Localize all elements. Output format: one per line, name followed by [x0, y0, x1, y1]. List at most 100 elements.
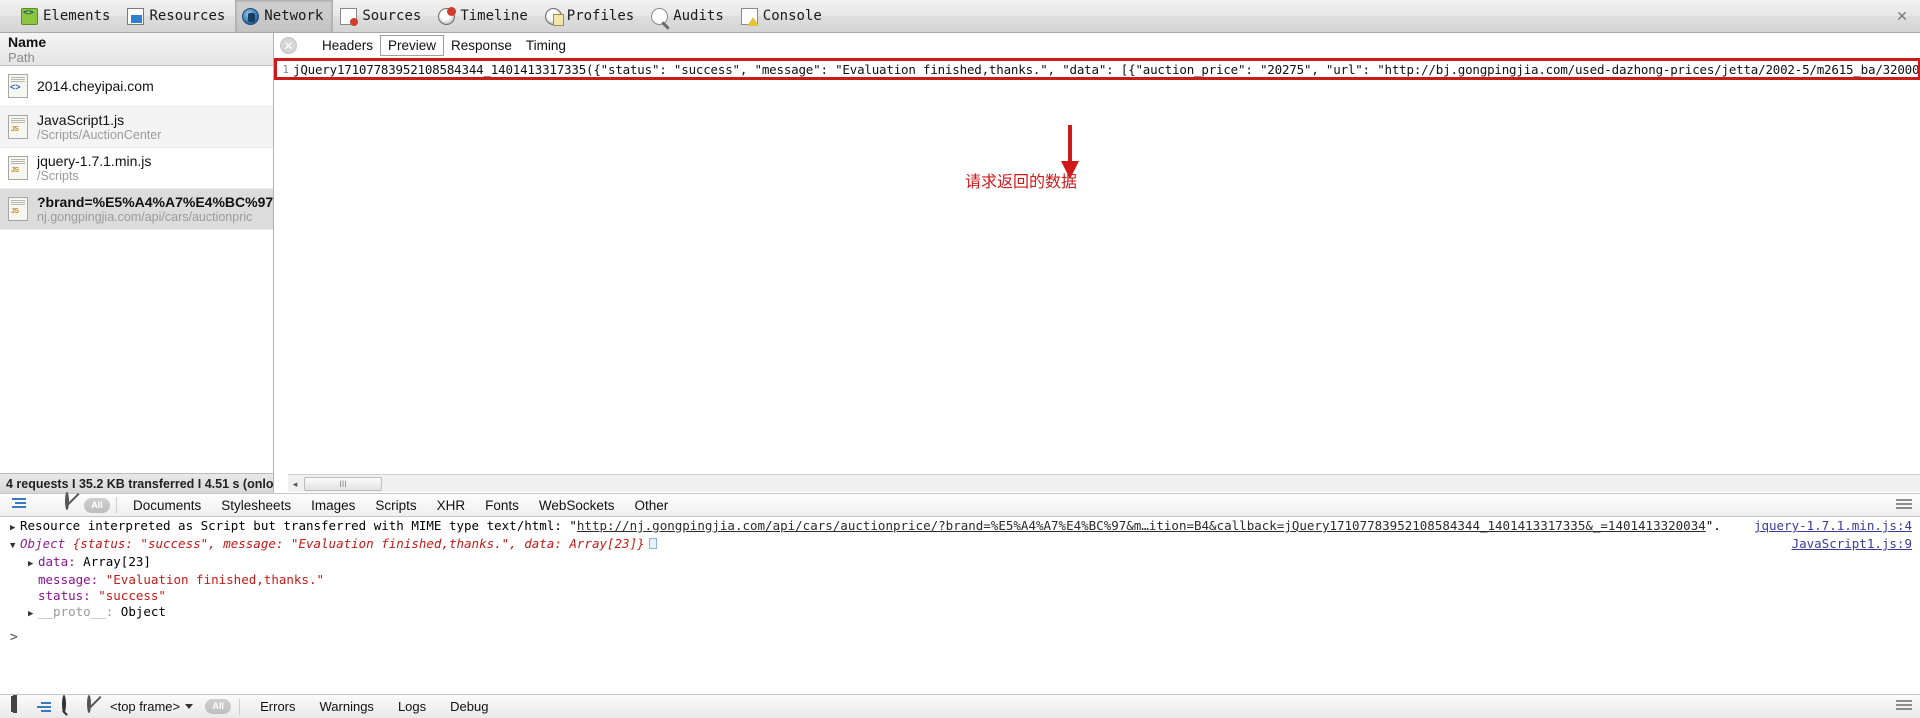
request-row-auctionprice[interactable]: JS ?brand=%E5%A4%A7%E4%BC%97&... nj.gong…: [0, 189, 273, 230]
console-object-label: Object: [20, 536, 66, 551]
tab-timing[interactable]: Timing: [519, 36, 573, 55]
property-key: message:: [38, 572, 99, 587]
filter-level-errors[interactable]: Errors: [248, 699, 307, 714]
property-value: "Evaluation finished,thanks.": [105, 572, 324, 587]
column-header-path[interactable]: Path: [8, 50, 273, 65]
toolbar-tab-label: Network: [264, 8, 324, 24]
request-name: 2014.cheyipai.com: [37, 78, 154, 94]
toolbar-tab-label: Profiles: [566, 8, 635, 24]
filter-xhr[interactable]: XHR: [427, 498, 476, 513]
property-value: "success": [98, 588, 166, 603]
property-key: data:: [38, 554, 76, 569]
toolbar-tab-elements[interactable]: Elements: [14, 0, 120, 32]
filter-level-warnings[interactable]: Warnings: [308, 699, 386, 714]
record-icon[interactable]: [32, 494, 58, 516]
large-rows-icon[interactable]: [6, 494, 32, 516]
network-filter-bar: All Documents Stylesheets Images Scripts…: [0, 492, 1920, 517]
toolbar-tab-label: Audits: [673, 8, 724, 24]
property-value: Array[23]: [83, 554, 151, 569]
tab-headers[interactable]: Headers: [315, 36, 380, 55]
filter-websockets[interactable]: WebSockets: [529, 498, 625, 513]
request-path: nj.gongpingjia.com/api/cars/auctionpric: [37, 210, 253, 224]
toolbar-tab-network[interactable]: Network: [235, 0, 334, 32]
show-console-icon[interactable]: [32, 697, 56, 717]
filter-stylesheets[interactable]: Stylesheets: [211, 498, 301, 513]
timeline-icon: [438, 6, 457, 25]
filter-level-all[interactable]: All: [205, 699, 232, 714]
toolbar-tab-timeline[interactable]: Timeline: [431, 0, 537, 32]
console-property-data: ▶ data: Array[23]: [0, 554, 1920, 572]
toolbar-tab-label: Timeline: [460, 8, 528, 24]
console-icon: [740, 7, 759, 26]
expand-triangle-icon[interactable]: ▶: [28, 607, 38, 621]
request-path: /Scripts/AuctionCenter: [37, 128, 162, 142]
console-property-message: message: "Evaluation finished,thanks.": [0, 572, 1920, 588]
request-row-javascript1[interactable]: JS JavaScript1.js /Scripts/AuctionCenter: [0, 107, 273, 148]
settings-menu-icon[interactable]: [1896, 700, 1912, 710]
main-toolbar: Elements Resources Network Sources Timel…: [0, 0, 1920, 33]
search-icon[interactable]: [56, 694, 80, 717]
toolbar-tab-resources[interactable]: Resources: [120, 0, 235, 32]
dock-side-icon[interactable]: [8, 694, 32, 717]
console-prompt[interactable]: >: [0, 630, 1920, 645]
toolbar-tab-label: Resources: [149, 8, 226, 24]
requests-panel: Name Path <> 2014.cheyipai.com JS JavaSc…: [0, 33, 274, 479]
devtools-window: Elements Resources Network Sources Timel…: [0, 0, 1920, 718]
property-key: __proto__:: [38, 604, 114, 619]
collapse-triangle-icon[interactable]: ▼: [10, 539, 20, 553]
frame-selector-label: <top frame>: [110, 699, 181, 714]
clear-icon[interactable]: [58, 492, 84, 516]
requests-summary: 4 requests I 35.2 KB transferred I 4.51 …: [0, 473, 274, 493]
filter-all[interactable]: All: [84, 497, 110, 513]
toolbar-tab-console[interactable]: Console: [734, 0, 832, 32]
info-icon[interactable]: [648, 538, 657, 549]
expand-triangle-icon[interactable]: ▶: [28, 557, 38, 571]
filter-level-debug[interactable]: Debug: [438, 699, 500, 714]
request-row-jquery[interactable]: JS jquery-1.7.1.min.js /Scripts: [0, 148, 273, 189]
console-source-link[interactable]: jquery-1.7.1.min.js:4: [1754, 519, 1912, 533]
toolbar-tab-audits[interactable]: Audits: [644, 0, 734, 32]
console-source-link[interactable]: JavaScript1.js:9: [1792, 537, 1912, 551]
expand-triangle-icon[interactable]: ▶: [10, 521, 20, 535]
response-body-text[interactable]: jQuery17107783952108584344_1401413317335…: [293, 62, 1918, 77]
property-key: status:: [38, 588, 91, 603]
clear-console-icon[interactable]: [80, 694, 104, 717]
request-name: ?brand=%E5%A4%A7%E4%BC%97&...: [37, 194, 273, 210]
filter-other[interactable]: Other: [624, 498, 678, 513]
request-row-document[interactable]: <> 2014.cheyipai.com: [0, 66, 273, 107]
request-path: /Scripts: [37, 169, 79, 183]
settings-menu-icon[interactable]: [1896, 499, 1912, 509]
audits-icon: [651, 7, 669, 25]
console-message-link[interactable]: http://nj.gongpingjia.com/api/cars/aucti…: [577, 518, 1706, 533]
property-value: Object: [120, 604, 166, 619]
console-message-text: Resource interpreted as Script but trans…: [20, 518, 570, 533]
toolbar-tab-profiles[interactable]: Profiles: [538, 0, 644, 32]
quote-open: ": [569, 518, 577, 533]
frame-selector[interactable]: <top frame>: [104, 699, 199, 714]
html-file-icon: <>: [8, 74, 28, 98]
tab-response[interactable]: Response: [444, 36, 519, 55]
scroll-left-icon[interactable]: ◂: [288, 476, 302, 492]
js-file-icon: JS: [8, 115, 28, 139]
profiles-icon: [544, 7, 564, 26]
console-property-proto: ▶ __proto__: Object: [0, 604, 1920, 622]
filter-documents[interactable]: Documents: [123, 498, 211, 513]
detail-horizontal-scrollbar[interactable]: ◂ III: [288, 474, 1920, 492]
filter-scripts[interactable]: Scripts: [365, 498, 426, 513]
close-icon[interactable]: ✕: [1894, 8, 1910, 24]
filter-images[interactable]: Images: [301, 498, 365, 513]
toolbar-tab-label: Elements: [43, 8, 111, 24]
close-detail-icon[interactable]: ✕: [280, 37, 297, 54]
scrollbar-thumb[interactable]: III: [304, 476, 382, 491]
filter-fonts[interactable]: Fonts: [475, 498, 529, 513]
toolbar-tab-sources[interactable]: Sources: [333, 0, 431, 32]
requests-list: <> 2014.cheyipai.com JS JavaScript1.js /…: [0, 66, 273, 230]
filter-level-logs[interactable]: Logs: [386, 699, 438, 714]
console-status-bar: <top frame> All Errors Warnings Logs Deb…: [0, 694, 1920, 718]
line-number: 1: [282, 62, 289, 76]
divider: [116, 497, 117, 513]
js-file-icon: JS: [8, 197, 28, 221]
response-preview-highlight: 1 jQuery17107783952108584344_14014133173…: [274, 58, 1920, 80]
tab-preview[interactable]: Preview: [380, 35, 445, 56]
column-header-name[interactable]: Name: [8, 35, 273, 50]
